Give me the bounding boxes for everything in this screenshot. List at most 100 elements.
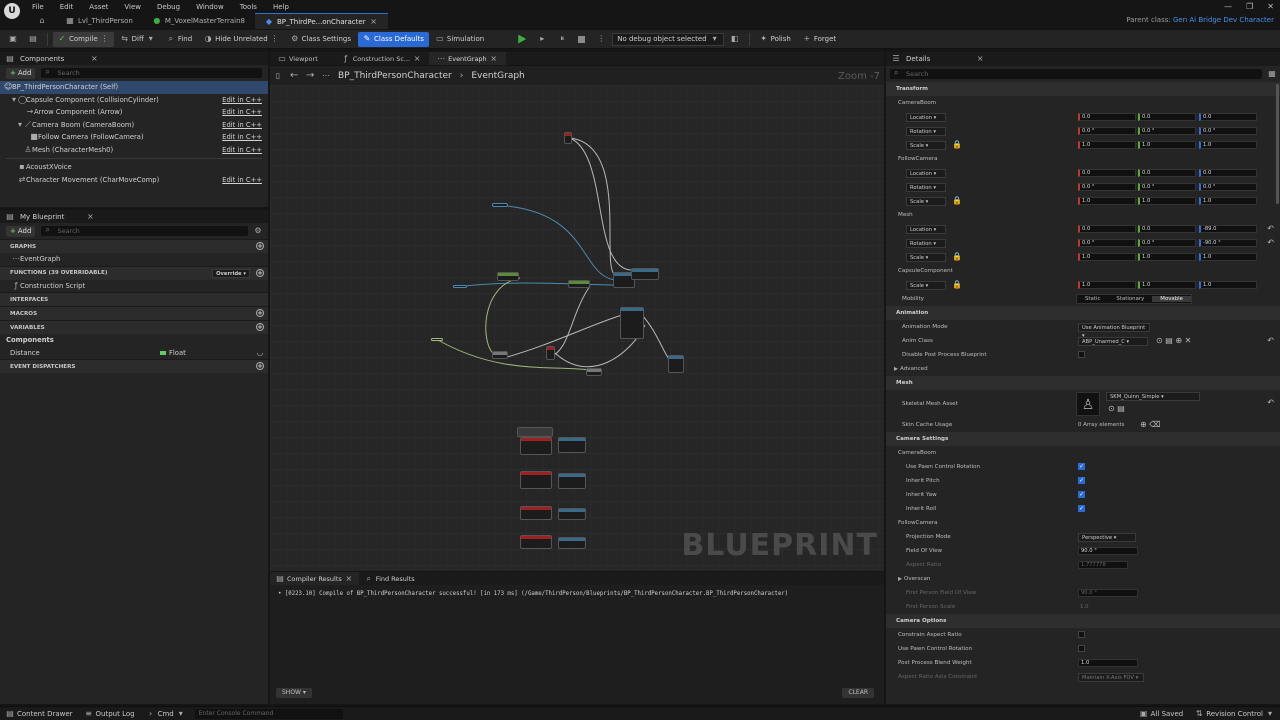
vector-y-field[interactable]: 0.0	[1138, 225, 1196, 233]
close-panel-icon[interactable]: ×	[976, 55, 984, 63]
variables-category[interactable]: VARIABLES +	[0, 320, 268, 334]
menu-tools[interactable]: Tools	[240, 3, 257, 11]
transform-group-header[interactable]: CapsuleComponent	[886, 264, 1280, 278]
lock-icon[interactable]: 🔒	[952, 280, 962, 289]
home-tab[interactable]: ⌂	[28, 13, 56, 29]
animation-section[interactable]: Animation	[886, 306, 1280, 320]
visibility-eye-icon[interactable]: ◡	[256, 348, 264, 357]
comment-node[interactable]	[517, 427, 553, 437]
browse-button[interactable]: ▤	[24, 32, 42, 47]
macros-category[interactable]: MACROS +	[0, 306, 268, 320]
cameraboom-subsection[interactable]: CameraBoom	[886, 446, 1280, 460]
fov-field[interactable]: 90.0 °	[1078, 547, 1138, 555]
graph-node[interactable]	[520, 437, 552, 455]
graph-node[interactable]	[492, 351, 508, 359]
graph-node[interactable]	[453, 285, 467, 288]
advanced-row[interactable]: ▸ Advanced	[886, 362, 1280, 376]
edit-cpp-link[interactable]: Edit in C++	[222, 96, 262, 104]
vector-x-field[interactable]: 0.0	[1078, 169, 1136, 177]
transform-mode-dropdown[interactable]: Location ▾	[906, 169, 946, 178]
graph-node[interactable]	[520, 506, 552, 520]
graph-node[interactable]	[558, 537, 586, 549]
graph-node[interactable]	[586, 368, 602, 376]
transform-mode-dropdown[interactable]: Scale ▾	[906, 141, 946, 150]
stop-button[interactable]	[573, 32, 590, 47]
vector-z-field[interactable]: -89.0	[1199, 225, 1257, 233]
component-mesh[interactable]: ♙ Mesh (CharacterMesh0) Edit in C++	[0, 144, 268, 157]
component-camera-boom[interactable]: ▾ ⟋ Camera Boom (CameraBoom) Edit in C++	[0, 119, 268, 132]
graph-node[interactable]	[520, 471, 552, 489]
transform-mode-dropdown[interactable]: Scale ▾	[906, 253, 946, 262]
close-tab-icon[interactable]: ×	[370, 17, 378, 26]
transform-group-header[interactable]: CameraBoom	[886, 96, 1280, 110]
menu-view[interactable]: View	[124, 3, 141, 11]
transform-section[interactable]: Transform	[886, 82, 1280, 96]
vector-z-field[interactable]: 1.0	[1199, 141, 1257, 149]
reset-icon[interactable]: ↶	[1267, 224, 1274, 233]
menu-debug[interactable]: Debug	[157, 3, 180, 11]
reset-icon[interactable]: ↶	[1267, 238, 1274, 247]
tab-level[interactable]: ▦ Lvl_ThirdPerson	[56, 13, 143, 29]
compile-options-icon[interactable]: ⋮	[101, 35, 109, 43]
diff-button[interactable]: ⇆ Diff ▾	[116, 32, 160, 47]
tab-viewport[interactable]: ▭ Viewport	[270, 52, 326, 65]
add-variable-icon[interactable]: +	[256, 323, 264, 331]
menu-window[interactable]: Window	[196, 3, 224, 11]
functions-category[interactable]: FUNCTIONS (39 OVERRIDABLE) Override ▾ +	[0, 265, 268, 280]
graphs-category[interactable]: GRAPHS +	[0, 239, 268, 253]
edit-cpp-link[interactable]: Edit in C++	[222, 176, 262, 184]
maximize-icon[interactable]: ❐	[1246, 2, 1253, 11]
vector-z-field[interactable]: 1.0	[1199, 281, 1257, 289]
components-search-input[interactable]: Search	[41, 67, 262, 78]
graph-node[interactable]	[620, 307, 644, 339]
debug-filter-button[interactable]: ◧	[726, 32, 744, 47]
transform-mode-dropdown[interactable]: Scale ▾	[906, 197, 946, 206]
breadcrumb-root[interactable]: BP_ThirdPersonCharacter	[338, 71, 452, 81]
add-function-icon[interactable]: +	[256, 268, 264, 277]
unreal-logo-icon[interactable]: U	[4, 3, 20, 19]
camera-settings-section[interactable]: Camera Settings	[886, 432, 1280, 446]
lock-icon[interactable]: 🔒	[952, 196, 962, 205]
vector-y-field[interactable]: 0.0 °	[1138, 183, 1196, 191]
revision-control-button[interactable]: ⇅ Revision Control ▾	[1189, 709, 1280, 718]
vector-y-field[interactable]: 1.0	[1138, 197, 1196, 205]
close-panel-icon[interactable]: ×	[86, 212, 94, 221]
class-settings-button[interactable]: ⚙ Class Settings	[286, 32, 356, 47]
compile-button[interactable]: ✓ Compile ⋮	[53, 31, 114, 47]
inherit-roll-checkbox[interactable]: ✓	[1078, 505, 1085, 512]
graph-node[interactable]	[558, 437, 586, 453]
transform-mode-dropdown[interactable]: Rotation ▾	[906, 127, 946, 136]
simulation-button[interactable]: ▭ Simulation	[431, 32, 489, 47]
array-add-remove-icon[interactable]: ⊕ ⌫	[1140, 420, 1161, 429]
post-blend-field[interactable]: 1.0	[1078, 659, 1138, 667]
reset-icon[interactable]: ↶	[1267, 336, 1274, 345]
close-window-icon[interactable]: ✕	[1267, 2, 1274, 11]
edit-cpp-link[interactable]: Edit in C++	[222, 146, 262, 154]
edit-cpp-link[interactable]: Edit in C++	[222, 108, 262, 116]
grid-view-icon[interactable]: ▦	[1268, 70, 1276, 78]
lock-icon[interactable]: 🔒	[952, 252, 962, 261]
graph-node[interactable]	[431, 338, 443, 341]
cmd-dropdown[interactable]: › Cmd ▾	[141, 709, 191, 718]
vector-y-field[interactable]: 0.0	[1138, 169, 1196, 177]
graph-node[interactable]	[497, 272, 519, 281]
vector-z-field[interactable]: 1.0	[1199, 197, 1257, 205]
hide-unrelated-button[interactable]: ◑ Hide Unrelated ⋮	[199, 32, 284, 47]
graph-node[interactable]	[520, 535, 552, 549]
breadcrumb-leaf[interactable]: EventGraph	[471, 71, 524, 81]
graph-node[interactable]	[668, 355, 684, 373]
edit-cpp-link[interactable]: Edit in C++	[222, 121, 262, 129]
vector-z-field[interactable]: 0.0 °	[1199, 127, 1257, 135]
overscan-row[interactable]: ▸ Overscan	[886, 572, 1280, 586]
tab-compiler-results[interactable]: ▤ Compiler Results ×	[270, 572, 359, 585]
vector-x-field[interactable]: 0.0 °	[1078, 127, 1136, 135]
vector-x-field[interactable]: 0.0	[1078, 113, 1136, 121]
more-icon[interactable]: ⋮	[271, 35, 279, 43]
vector-y-field[interactable]: 1.0	[1138, 253, 1196, 261]
mobility-movable[interactable]: Movable	[1152, 296, 1191, 302]
clear-button[interactable]: CLEAR	[842, 688, 874, 698]
output-log-button[interactable]: ≡ Output Log	[79, 709, 141, 718]
vector-x-field[interactable]: 0.0	[1078, 225, 1136, 233]
vector-x-field[interactable]: 1.0	[1078, 141, 1136, 149]
vector-z-field[interactable]: 1.0	[1199, 253, 1257, 261]
